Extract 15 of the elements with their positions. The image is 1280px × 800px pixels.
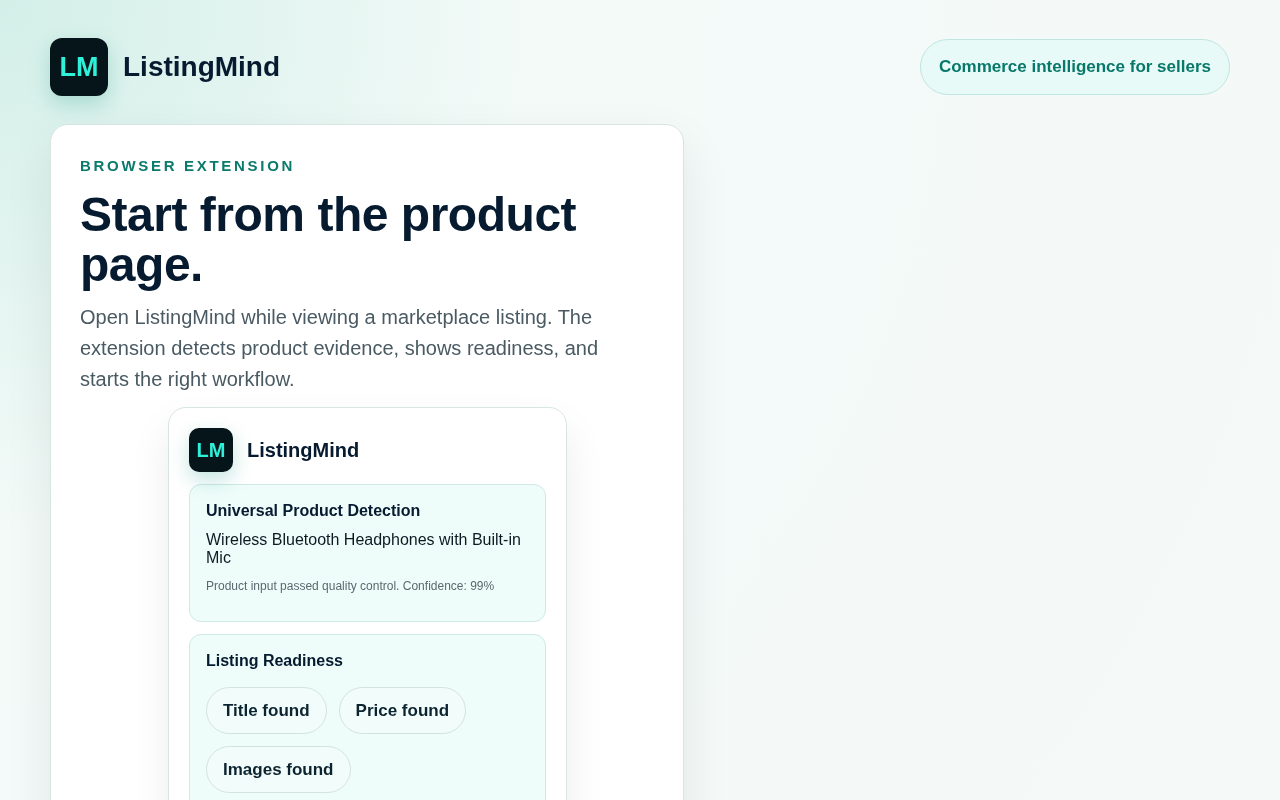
quality-note: Product input passed quality control. Confidence: 99% (206, 577, 496, 595)
hero-description: Open ListingMind while viewing a marketplace listing. The extension detects product evidence, shows readiness, and starts the right workflow. (80, 304, 600, 392)
status-chip: Price found (338, 686, 467, 734)
hero-title: Start from the product page. (80, 189, 578, 290)
status-chip: Title found (206, 686, 327, 734)
popup-brand: ListingMind (247, 437, 360, 463)
card-title: Listing Readiness (206, 650, 344, 671)
status-chip: Images found (206, 745, 351, 793)
logo-icon: LM (50, 38, 108, 96)
logo-icon: LM (189, 427, 233, 472)
product-name: Wireless Bluetooth Headphones with Built-in Mic (206, 530, 522, 567)
tagline-pill: Commerce intelligence for sellers (919, 39, 1230, 95)
eyebrow: BROWSER EXTENSION (80, 156, 297, 176)
card-title: Universal Product Detection (206, 500, 422, 521)
brand-name: ListingMind (123, 50, 281, 84)
